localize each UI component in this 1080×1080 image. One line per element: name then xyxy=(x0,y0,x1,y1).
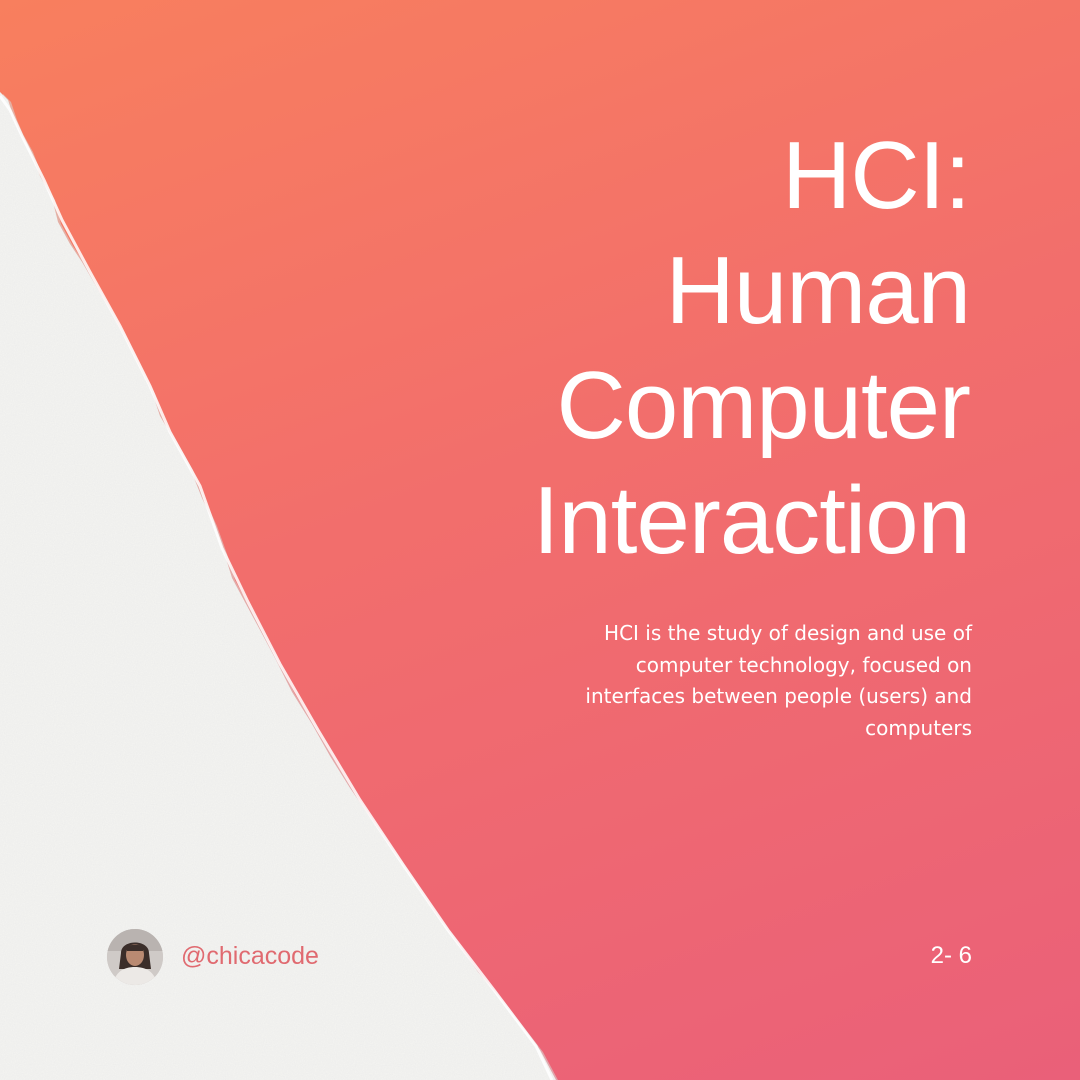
slide-description: HCI is the study of design and use of co… xyxy=(585,621,972,740)
title-line: Computer xyxy=(556,352,972,459)
avatar[interactable] xyxy=(107,929,163,985)
title-line: Interaction xyxy=(532,467,971,574)
title-line: HCI: xyxy=(782,122,971,229)
title-line: Human xyxy=(665,237,971,344)
slide-title: HCI: Human Computer Interaction xyxy=(350,118,972,578)
profile-photo-icon xyxy=(107,929,163,985)
author-handle[interactable]: @chicacode xyxy=(181,941,319,971)
page-indicator: 2- 6 xyxy=(930,942,972,969)
